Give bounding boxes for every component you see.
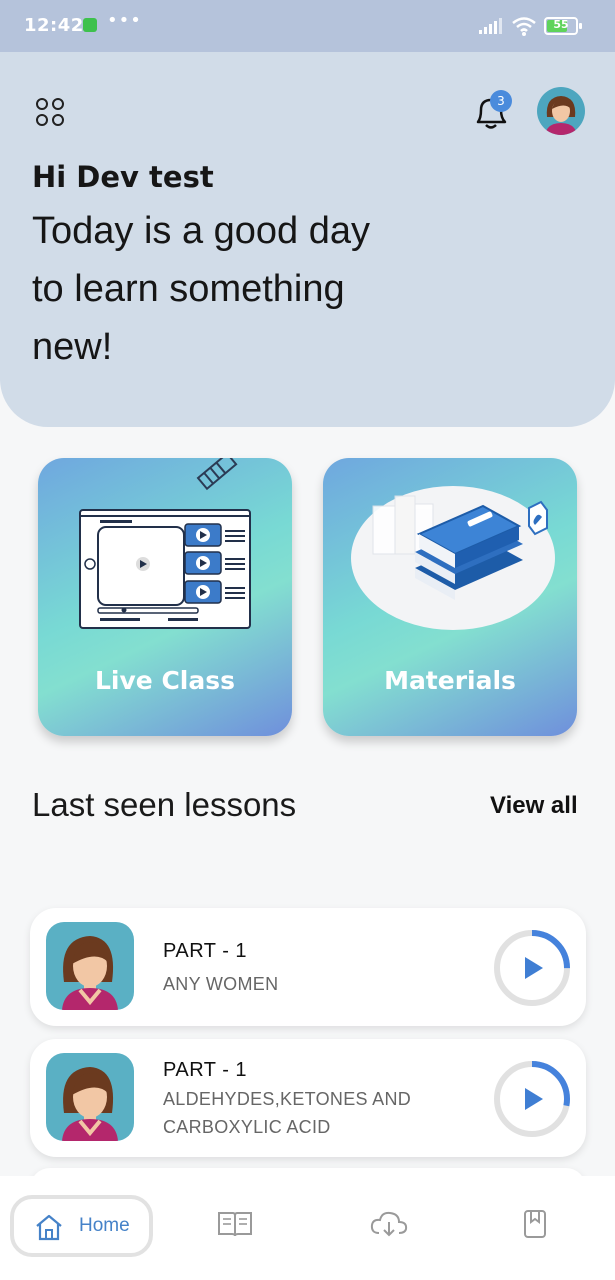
lesson-title: PART - 1: [163, 1059, 248, 1081]
lesson-title: PART - 1: [163, 940, 248, 962]
books-illustration: [351, 486, 555, 630]
view-all-link[interactable]: View all: [490, 792, 578, 820]
play-progress-button[interactable]: [492, 1059, 572, 1139]
play-progress-button[interactable]: [492, 928, 572, 1008]
section-title: Last seen lessons: [32, 786, 297, 823]
nav-home-tab[interactable]: Home: [10, 1195, 153, 1257]
materials-label: Materials: [384, 666, 516, 695]
bookmark-icon[interactable]: [523, 1209, 547, 1239]
nav-home-label: Home: [79, 1215, 130, 1236]
live-class-tile[interactable]: Live Class: [38, 458, 292, 736]
materials-tile[interactable]: Materials: [323, 458, 577, 736]
wifi-icon: [512, 17, 536, 36]
bottom-navigation: Home: [0, 1176, 615, 1280]
status-bar: 12:42 ••• 55: [0, 0, 615, 52]
play-icon: [525, 1088, 543, 1110]
lesson-card[interactable]: PART - 1 ALDEHYDES,KETONES AND CARBOXYLI…: [30, 1039, 586, 1157]
battery-level: 55: [553, 18, 569, 31]
notification-badge: 3: [490, 90, 512, 112]
lesson-card[interactable]: PART - 1 ANY WOMEN: [30, 908, 586, 1026]
tagline-text: Today is a good day to learn something n…: [32, 210, 371, 368]
cloud-download-icon[interactable]: [369, 1209, 409, 1239]
home-icon: [36, 1214, 62, 1241]
play-icon: [525, 957, 543, 979]
lesson-subtitle: ANY WOMEN: [163, 974, 279, 994]
profile-avatar[interactable]: [537, 87, 585, 135]
status-time: 12:42: [24, 15, 84, 36]
greeting-text: Hi Dev test: [32, 160, 214, 194]
book-icon[interactable]: [217, 1209, 253, 1239]
app-notification-icon: [83, 18, 97, 32]
more-notifications-icon: •••: [107, 10, 142, 31]
video-player-illustration: [79, 458, 251, 629]
lesson-subtitle: ALDEHYDES,KETONES AND CARBOXYLIC ACID: [163, 1089, 412, 1137]
apps-menu-icon[interactable]: [36, 98, 66, 128]
live-class-label: Live Class: [94, 666, 235, 695]
lesson-thumbnail: [46, 1053, 134, 1141]
battery-icon: 55: [544, 17, 582, 35]
lesson-thumbnail: [46, 922, 134, 1010]
signal-icon: [479, 18, 502, 34]
